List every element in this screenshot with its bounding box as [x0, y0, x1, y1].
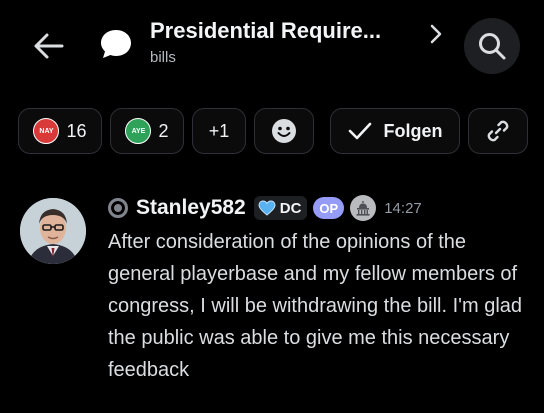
smiley-icon: [272, 119, 296, 143]
offline-status-icon: [108, 198, 128, 218]
op-badge: OP: [313, 197, 345, 219]
link-icon: [487, 120, 509, 142]
arrow-left-icon: [34, 33, 64, 59]
aye-badge-icon: AYE: [125, 118, 152, 144]
nay-badge-icon: NAY: [33, 118, 60, 144]
follow-button[interactable]: Folgen: [330, 108, 460, 154]
avatar[interactable]: [20, 198, 86, 264]
capitol-building-icon: [350, 195, 377, 221]
chevron-right-icon[interactable]: [424, 22, 448, 46]
heart-icon: [258, 200, 276, 216]
thread-header: Presidential Require... bills: [0, 0, 544, 96]
search-icon: [479, 33, 506, 60]
message-timestamp: 14:27: [384, 199, 422, 217]
checkmark-icon: [348, 122, 371, 140]
follow-label: Folgen: [383, 120, 443, 141]
nay-reaction-button[interactable]: NAY 16: [18, 108, 102, 154]
back-button[interactable]: [26, 24, 70, 68]
nay-count: 16: [66, 120, 87, 141]
aye-count: 2: [158, 120, 169, 141]
aye-reaction-button[interactable]: AYE 2: [110, 108, 184, 154]
channel-name: bills: [150, 49, 176, 66]
search-button[interactable]: [464, 18, 520, 74]
message-header: Stanley582 DC OP 14:27: [108, 194, 422, 222]
server-tag[interactable]: DC: [253, 196, 308, 220]
copy-link-button[interactable]: [468, 108, 528, 154]
thread-title: Presidential Require...: [150, 18, 382, 43]
add-reaction-button[interactable]: [254, 108, 314, 154]
username[interactable]: Stanley582: [136, 196, 246, 220]
thread-title-block[interactable]: Presidential Require... bills: [150, 16, 420, 76]
more-reactions-count: +1: [208, 120, 230, 141]
thread-action-bar: NAY 16 AYE 2 +1 Folgen: [18, 108, 528, 154]
server-tag-label: DC: [279, 199, 302, 217]
message-text: After consideration of the opinions of t…: [108, 231, 523, 381]
thread-bubble-icon: [96, 24, 136, 64]
more-reactions-button[interactable]: +1: [192, 108, 246, 154]
